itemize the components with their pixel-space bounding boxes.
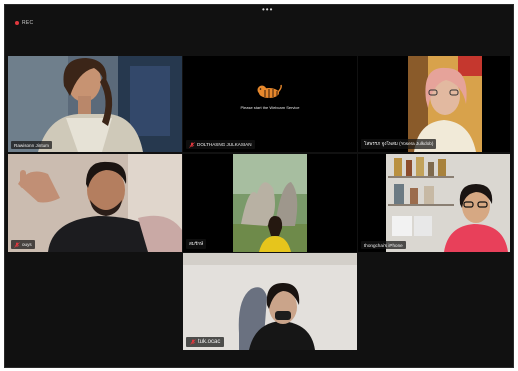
top-toolbar: REC ••• bbox=[5, 5, 515, 41]
mic-off-icon bbox=[14, 241, 20, 248]
participant-video bbox=[183, 253, 357, 350]
webcam-mascot-icon bbox=[257, 84, 282, 98]
video-tile-7[interactable]: tuk.ocac bbox=[183, 253, 357, 350]
participant-name: ouys bbox=[22, 242, 32, 247]
participant-name-tag: DOLTHASNG JULKASIAN bbox=[186, 140, 255, 149]
video-tile-6[interactable]: thongchai's iPhone bbox=[358, 154, 510, 252]
mic-off-icon bbox=[190, 339, 196, 345]
participant-name-tag: ouys bbox=[11, 240, 35, 249]
participant-video bbox=[358, 154, 510, 252]
video-tile-2[interactable]: Please start the Webcam Service DOLTHASN… bbox=[183, 56, 357, 152]
video-tile-4[interactable]: ouys bbox=[8, 154, 182, 252]
participant-name: โสพรรภ จูงโพสม (Yosera Julkdob) bbox=[364, 140, 434, 146]
participant-name-tag: thongchai's iPhone bbox=[361, 241, 406, 249]
participant-name-tag: โสพรรภ จูงโพสม (Yosera Julkdob) bbox=[361, 139, 437, 149]
video-conference-window: REC ••• Rawisonn Jintum Please start the… bbox=[4, 4, 514, 368]
participant-name: Rawisonn Jintum bbox=[14, 142, 49, 148]
participant-name: DOLTHASNG JULKASIAN bbox=[197, 142, 252, 147]
video-tile-1[interactable]: Rawisonn Jintum bbox=[8, 56, 182, 152]
participant-name-tag: tuk.ocac bbox=[186, 337, 225, 347]
participant-name-tag: Rawisonn Jintum bbox=[11, 141, 52, 149]
participant-video bbox=[358, 56, 510, 152]
video-tile-3[interactable]: โสพรรภ จูงโพสม (Yosera Julkdob) bbox=[358, 56, 510, 152]
participant-name: thongchai's iPhone bbox=[364, 242, 403, 248]
record-dot-icon bbox=[15, 21, 19, 25]
mic-off-icon bbox=[189, 141, 195, 148]
participant-video bbox=[8, 56, 182, 152]
webcam-message: Please start the Webcam Service bbox=[240, 105, 300, 110]
participant-video bbox=[183, 154, 357, 252]
more-options-button[interactable]: ••• bbox=[262, 6, 273, 14]
recording-indicator[interactable]: REC bbox=[15, 20, 33, 26]
participant-name: สมรักษ์ bbox=[189, 240, 204, 246]
participant-name: tuk.ocac bbox=[198, 339, 221, 345]
participant-video bbox=[8, 154, 182, 252]
participant-name-tag: สมรักษ์ bbox=[186, 239, 207, 249]
video-tile-5[interactable]: สมรักษ์ bbox=[183, 154, 357, 252]
recording-label: REC bbox=[22, 20, 34, 26]
